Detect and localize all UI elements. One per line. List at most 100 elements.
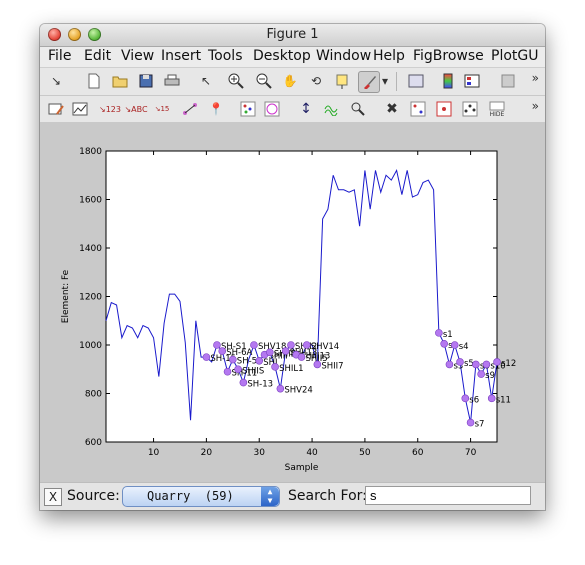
data-point-marker	[287, 341, 295, 349]
bottom-bar: X Source: Quarry (59) ▲ ▼ Search For:	[40, 482, 545, 510]
pointer-icon[interactable]: ↖	[196, 71, 216, 91]
colorbar-icon[interactable]	[438, 71, 458, 91]
edit-plot-icon[interactable]	[46, 99, 66, 119]
search-input[interactable]	[365, 486, 531, 505]
menu-view[interactable]: View	[121, 48, 154, 64]
data-point-marker	[472, 360, 480, 369]
arrows-icon[interactable]: ↕	[296, 99, 316, 119]
data-point-marker	[461, 394, 470, 403]
open-folder-icon[interactable]	[110, 71, 130, 91]
menu-file[interactable]: File	[48, 48, 71, 64]
connect-points-icon[interactable]	[180, 99, 200, 119]
data-point-marker	[223, 367, 232, 376]
data-point-marker	[265, 348, 274, 357]
menu-bar: File Edit View Insert Tools Desktop Wind…	[40, 47, 545, 68]
brush-icon[interactable]	[358, 71, 380, 93]
data-point-label: s12	[501, 359, 516, 369]
menu-help[interactable]: Help	[373, 48, 405, 64]
title-bar[interactable]: Figure 1	[40, 24, 545, 47]
data-point-marker	[493, 358, 501, 366]
grid-points-icon[interactable]	[434, 99, 454, 119]
x-tick-label: 50	[359, 448, 371, 458]
scatter-points-icon[interactable]	[460, 99, 480, 119]
menu-desktop[interactable]: Desktop	[253, 48, 311, 64]
search-label: Search For:	[288, 488, 367, 504]
data-point-label: s11	[496, 395, 511, 405]
data-point-label: s6	[469, 395, 479, 405]
zoom-in-icon[interactable]	[226, 71, 246, 91]
tools-icon[interactable]: ✖	[382, 99, 402, 119]
plot-svg: 10 20 30 40 50 60 70 600 800 1000 1200 1400 1600 1800…	[61, 147, 516, 473]
data-point-marker	[202, 353, 211, 361]
data-point-marker	[302, 341, 311, 349]
arrow-icon[interactable]: ↘	[46, 71, 66, 91]
data-point-marker	[229, 355, 237, 364]
label-123-icon[interactable]: ↘123	[99, 99, 121, 119]
data-point-marker	[435, 329, 443, 337]
data-point-label: s4	[459, 342, 469, 352]
points-icon[interactable]	[238, 99, 258, 119]
y-axis-label: Element: Fe	[61, 269, 71, 323]
pan-hand-icon[interactable]: ✋	[280, 71, 300, 91]
source-select[interactable]: Quarry (59) ▲ ▼	[122, 486, 280, 507]
rotate-icon[interactable]: ⟲	[306, 71, 326, 91]
data-point-marker	[250, 341, 258, 349]
data-point-label: SHII7	[321, 361, 343, 371]
close-panel-button[interactable]: X	[44, 488, 62, 506]
menu-window[interactable]: Window	[316, 48, 371, 64]
brush-dropdown-icon[interactable]: ▾	[380, 71, 390, 91]
y-tick-label: 1400	[79, 244, 102, 254]
data-point-label: SH-13	[247, 380, 273, 390]
select-points-icon[interactable]	[262, 99, 282, 119]
data-point-marker	[234, 365, 242, 374]
label-abc-icon[interactable]: ↘ABC	[124, 99, 147, 119]
select-grid-icon[interactable]	[408, 99, 428, 119]
data-point-label: s9	[485, 371, 495, 381]
data-cursor-icon[interactable]	[332, 71, 352, 91]
menu-edit[interactable]: Edit	[84, 48, 111, 64]
label-152025-icon[interactable]: ↘15	[152, 99, 172, 119]
data-point-label: SH-5	[237, 357, 257, 367]
y-tick-label: 1000	[79, 341, 102, 351]
menu-insert[interactable]: Insert	[161, 48, 201, 64]
data-point-marker	[239, 378, 248, 387]
menu-tools[interactable]: Tools	[208, 48, 243, 64]
plot-tools-icon[interactable]	[70, 99, 90, 119]
data-point-marker	[271, 363, 279, 371]
new-file-icon[interactable]	[84, 71, 104, 91]
text-label-icon[interactable]: 📍	[206, 99, 226, 119]
inspect-icon[interactable]	[348, 99, 368, 119]
source-select-value: Quarry (59)	[147, 489, 234, 503]
legend-icon[interactable]	[462, 71, 482, 91]
data-point-label: s1	[443, 330, 453, 340]
print-icon[interactable]	[162, 71, 182, 91]
wave-icon[interactable]	[322, 99, 342, 119]
data-point-label: SHIIS	[242, 366, 264, 376]
hide-label: HIDE	[489, 110, 505, 118]
toolbar-overflow-icon[interactable]: »	[532, 71, 539, 85]
plot-toolbar-overflow-icon[interactable]: »	[532, 99, 539, 113]
plot-area	[105, 150, 498, 443]
data-point-marker	[276, 384, 285, 393]
menu-figbrowse[interactable]: FigBrowse	[413, 48, 484, 64]
hide-icon[interactable]: HIDE	[486, 99, 508, 119]
data-point-marker	[297, 353, 306, 361]
x-axis-label: Sample	[285, 463, 319, 473]
x-tick-label: 20	[201, 448, 213, 458]
data-point-marker	[281, 347, 290, 355]
select-arrows-icon: ▲ ▼	[261, 487, 279, 506]
toolbar-separator	[396, 72, 397, 91]
menu-plotgu[interactable]: PlotGU	[491, 48, 538, 64]
save-icon[interactable]	[136, 71, 156, 91]
window-title: Figure 1	[266, 27, 319, 42]
data-point-marker	[313, 360, 322, 369]
zoom-out-icon[interactable]	[254, 71, 274, 91]
data-point-marker	[440, 339, 448, 348]
data-point-marker	[466, 418, 475, 427]
x-tick-label: 30	[254, 448, 266, 458]
link-plot-icon[interactable]	[406, 71, 426, 91]
y-tick-label: 800	[85, 390, 102, 400]
hide-tools-icon[interactable]	[498, 71, 518, 91]
y-tick-label: 600	[85, 438, 102, 448]
data-point-label: SHIL1	[279, 364, 303, 374]
